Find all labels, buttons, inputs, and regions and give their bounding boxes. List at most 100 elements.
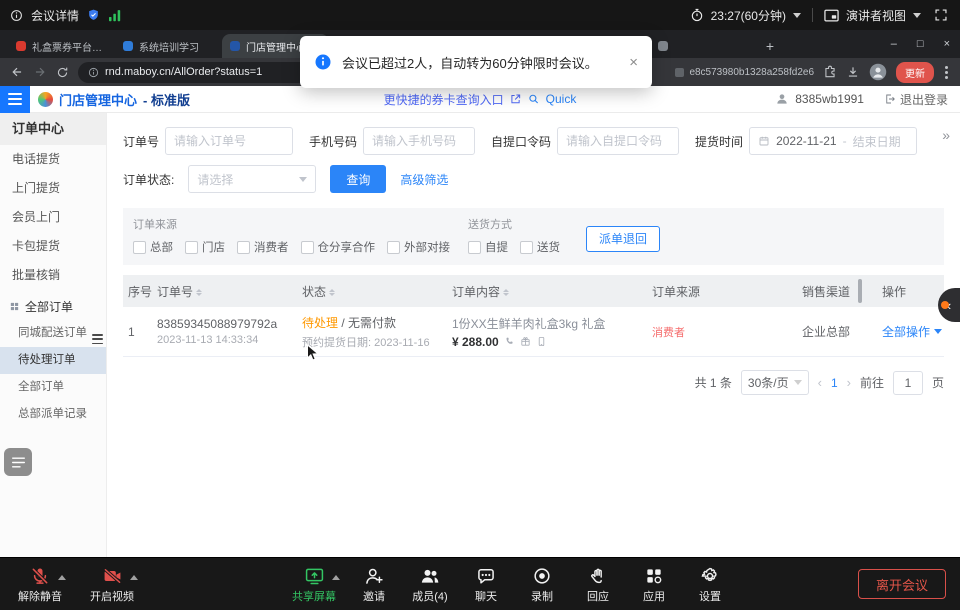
- dispatch-return-button[interactable]: 派单退回: [586, 226, 660, 252]
- date-range-picker[interactable]: 2022-11-21 - 结束日期: [749, 127, 917, 155]
- share-screen-icon: [304, 566, 325, 586]
- pickup-code-input[interactable]: [557, 127, 679, 155]
- sidebar: 订单中心 电话提货 上门提货 会员上门 卡包提货 批量核销 全部订单 同城配送订…: [0, 113, 107, 557]
- forward-icon[interactable]: [33, 65, 47, 79]
- window-minimize-button[interactable]: –: [881, 30, 907, 58]
- app-title: 门店管理中心: [59, 90, 137, 109]
- checkbox-hq[interactable]: 总部: [133, 239, 173, 255]
- profile-avatar[interactable]: [869, 63, 887, 81]
- phone-input[interactable]: [363, 127, 475, 155]
- sidebar-section-title: 订单中心: [0, 113, 106, 145]
- external-link-icon[interactable]: [510, 93, 522, 105]
- all-actions-dropdown[interactable]: 全部操作: [882, 323, 944, 340]
- user-icon: [775, 92, 789, 106]
- toast-close-icon[interactable]: ×: [629, 54, 638, 71]
- order-no-label: 订单号: [123, 133, 159, 150]
- filter-collapse-icon[interactable]: »: [942, 127, 950, 143]
- extensions-puzzle-icon[interactable]: [823, 65, 837, 79]
- view-mode-label[interactable]: 演讲者视图: [846, 7, 906, 24]
- coupon-query-link[interactable]: 更快捷的券卡查询入口: [384, 91, 504, 108]
- logout-button[interactable]: 退出登录: [884, 91, 948, 108]
- view-caret-icon[interactable]: [913, 13, 921, 22]
- fullscreen-icon[interactable]: [934, 8, 948, 22]
- apps-button[interactable]: 应用: [630, 566, 678, 604]
- window-close-button[interactable]: ×: [934, 30, 960, 58]
- current-page[interactable]: 1: [831, 376, 838, 390]
- info-icon[interactable]: [10, 9, 23, 22]
- chrome-update-button[interactable]: 更新: [896, 62, 934, 83]
- back-icon[interactable]: [10, 65, 24, 79]
- sidebar-item-member-visit[interactable]: 会员上门: [0, 203, 106, 232]
- browser-tab[interactable]: [650, 34, 757, 58]
- table-row[interactable]: 1 83859345088979792a 2023-11-13 14:33:34…: [123, 307, 944, 357]
- sidebar-drag-icon[interactable]: [92, 334, 103, 344]
- page-size-select[interactable]: 30条/页: [741, 370, 809, 395]
- sidebar-item-door-pickup[interactable]: 上门提货: [0, 174, 106, 203]
- col-status[interactable]: 状态: [302, 283, 452, 300]
- floating-toolbar-button[interactable]: [4, 448, 32, 476]
- timer-caret-icon[interactable]: [793, 13, 801, 22]
- menu-toggle-button[interactable]: [0, 86, 30, 113]
- username[interactable]: 8385wb1991: [795, 92, 864, 106]
- order-number[interactable]: 83859345088979792a: [157, 317, 302, 331]
- invite-button[interactable]: 邀请: [350, 566, 398, 604]
- new-tab-button[interactable]: +: [757, 34, 783, 58]
- checkbox-self-pickup[interactable]: 自提: [468, 239, 508, 255]
- sidebar-item-card-pickup[interactable]: 卡包提货: [0, 232, 106, 261]
- chevron-down-icon: [299, 177, 307, 186]
- refresh-icon[interactable]: [56, 66, 69, 79]
- col-content[interactable]: 订单内容: [452, 283, 652, 300]
- members-button[interactable]: 成员(4): [406, 566, 454, 604]
- start-video-button[interactable]: 开启视频: [84, 566, 140, 604]
- gift-icon: [520, 336, 531, 347]
- download-icon[interactable]: [846, 65, 860, 79]
- col-order-no[interactable]: 订单号: [157, 283, 302, 300]
- goto-label: 前往: [860, 374, 884, 391]
- calendar-icon: [758, 135, 770, 147]
- bookmark-item[interactable]: e8c573980b1328a258fd2e6: [675, 67, 814, 78]
- checkbox-warehouse-share[interactable]: 仓分享合作: [301, 239, 376, 255]
- order-status-select[interactable]: 请选择: [188, 165, 316, 193]
- checkbox-delivery[interactable]: 送货: [520, 239, 560, 255]
- header-user-area: 8385wb1991 退出登录: [775, 91, 960, 108]
- quick-label[interactable]: Quick: [546, 92, 577, 106]
- share-screen-button[interactable]: 共享屏幕: [286, 566, 342, 604]
- browser-menu-icon[interactable]: [943, 66, 950, 79]
- shield-check-icon[interactable]: [87, 8, 100, 22]
- divider: [812, 8, 813, 22]
- checkbox-external[interactable]: 外部对接: [387, 239, 450, 255]
- checkbox-consumer[interactable]: 消费者: [237, 239, 289, 255]
- advanced-filter-link[interactable]: 高级筛选: [400, 171, 448, 188]
- search-button[interactable]: 查询: [330, 165, 386, 193]
- sidebar-subitem-pending-orders[interactable]: 待处理订单: [0, 347, 106, 374]
- sidebar-group-all-orders[interactable]: 全部订单: [0, 292, 106, 320]
- prev-page-button[interactable]: ‹: [818, 375, 822, 390]
- record-button[interactable]: 录制: [518, 566, 566, 604]
- meeting-details-label[interactable]: 会议详情: [31, 7, 79, 24]
- sidebar-subitem-hq-dispatch[interactable]: 总部派单记录: [0, 401, 106, 428]
- order-no-input[interactable]: [165, 127, 293, 155]
- share-options-caret[interactable]: [332, 571, 340, 580]
- window-maximize-button[interactable]: □: [907, 30, 934, 58]
- browser-tab[interactable]: 系统培训学习: [115, 34, 222, 58]
- leave-meeting-button[interactable]: 离开会议: [858, 569, 946, 599]
- settings-button[interactable]: 设置: [686, 566, 734, 604]
- unmute-button[interactable]: 解除静音: [12, 566, 68, 604]
- browser-tab[interactable]: 礼盒票券平台管理中心: [8, 34, 115, 58]
- sidebar-subitem-city-delivery[interactable]: 同城配送订单: [0, 320, 106, 347]
- next-page-button[interactable]: ›: [847, 375, 851, 390]
- chat-button[interactable]: 聊天: [462, 566, 510, 604]
- search-icon[interactable]: [528, 93, 540, 105]
- sidebar-item-batch-verify[interactable]: 批量核销: [0, 261, 106, 290]
- mute-options-caret[interactable]: [58, 571, 66, 580]
- date-end-placeholder: 结束日期: [853, 133, 901, 150]
- sidebar-subitem-all-orders[interactable]: 全部订单: [0, 374, 106, 401]
- video-options-caret[interactable]: [130, 571, 138, 580]
- reactions-button[interactable]: 回应: [574, 566, 622, 604]
- site-info-icon[interactable]: [88, 67, 99, 78]
- members-icon: [419, 566, 441, 586]
- sidebar-item-phone-pickup[interactable]: 电话提货: [0, 145, 106, 174]
- scrollbar-thumb[interactable]: [858, 279, 862, 303]
- goto-page-input[interactable]: [893, 371, 923, 395]
- checkbox-store[interactable]: 门店: [185, 239, 225, 255]
